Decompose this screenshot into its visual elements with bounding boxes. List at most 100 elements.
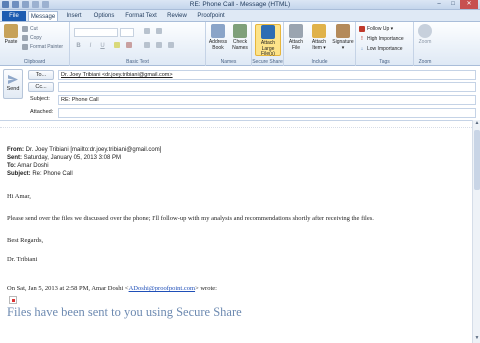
send-button[interactable]: Send <box>3 69 23 99</box>
vertical-scrollbar[interactable]: ▲ ▼ <box>472 120 480 343</box>
tab-format-text[interactable]: Format Text <box>122 11 160 21</box>
signature: Dr. Tribiani <box>7 256 38 263</box>
group-label: Names <box>220 59 237 65</box>
to-field[interactable]: Dr. Joey Tribiani <dr.joey.tribiani@gmai… <box>58 70 476 80</box>
scroll-down-icon[interactable]: ▼ <box>473 335 480 343</box>
zoom-button[interactable]: Zoom <box>414 24 436 56</box>
to-line: To: Amar Doshi <box>7 163 49 169</box>
address-book-icon <box>211 24 225 38</box>
quoted-heading: Files have been sent to you using Secure… <box>7 305 242 319</box>
subject-line: Subject: Re: Phone Call <box>7 171 73 177</box>
bullets-button[interactable] <box>142 28 151 37</box>
bold-button[interactable]: B <box>74 42 83 51</box>
ribbon: Paste Cut Copy Format Painter Clipboard … <box>0 21 480 66</box>
paperclip-icon <box>289 24 303 38</box>
font-color-button[interactable] <box>124 42 133 51</box>
font-family-select[interactable] <box>74 28 118 37</box>
up-arrow-icon[interactable] <box>32 1 39 8</box>
attach-item-button[interactable]: Attach Item ▾ <box>308 24 330 56</box>
secure-share-icon <box>261 25 275 39</box>
underline-button[interactable]: U <box>98 42 107 51</box>
maximize-button[interactable]: □ <box>446 0 460 9</box>
format-painter-button[interactable]: Format Painter <box>22 44 63 50</box>
quote-header: On Sat, Jan 5, 2013 at 2:58 PM, Amar Dos… <box>7 285 217 292</box>
tags-group: Follow Up ▾ ! High Importance ↓ Low Impo… <box>356 22 414 66</box>
highlight-button[interactable] <box>112 42 121 51</box>
message-body[interactable]: From: Dr. Joey Tribiani [mailto:dr.joey.… <box>0 120 472 343</box>
magnifier-icon <box>418 24 432 38</box>
attached-label: Attached: <box>30 109 54 115</box>
closing: Best Regards, <box>7 237 44 244</box>
compose-header: Send To... Dr. Joey Tribiani <dr.joey.tr… <box>0 66 480 120</box>
align-left-icon <box>143 42 150 48</box>
italic-button[interactable]: I <box>86 42 95 51</box>
subject-field[interactable]: RE: Phone Call <box>58 95 476 105</box>
tab-proofpoint[interactable]: Proofpoint <box>194 11 228 21</box>
tab-review[interactable]: Review <box>164 11 190 21</box>
brush-icon <box>22 44 28 50</box>
group-label: Clipboard <box>23 59 46 65</box>
font-size-select[interactable] <box>120 28 134 37</box>
include-group: Attach File Attach Item ▾ Signature ▾ In… <box>284 22 356 66</box>
scroll-thumb[interactable] <box>474 130 480 190</box>
align-right-button[interactable] <box>166 42 175 51</box>
window-title: RE: Phone Call - Message (HTML) <box>189 1 291 8</box>
align-right-icon <box>167 42 174 48</box>
save-icon[interactable] <box>2 1 9 8</box>
tab-file[interactable]: File <box>2 11 26 21</box>
broken-image-icon <box>9 296 17 304</box>
basic-text-group: B I U Basic Text <box>70 22 206 66</box>
check-names-button[interactable]: Check Names <box>229 24 251 56</box>
signature-button[interactable]: Signature ▾ <box>331 24 355 56</box>
greeting: Hi Amar, <box>7 193 31 200</box>
low-importance-button[interactable]: ↓ Low Importance <box>359 46 403 52</box>
down-arrow-icon[interactable] <box>42 1 49 8</box>
ribbon-tabs: File Message Insert Options Format Text … <box>0 10 480 21</box>
cc-button[interactable]: Cc... <box>28 82 54 92</box>
attach-file-button[interactable]: Attach File <box>285 24 307 56</box>
secure-share-group: Attach Large File(s) Secure Share <box>252 22 284 66</box>
signature-icon <box>336 24 350 38</box>
zoom-group: Zoom Zoom <box>414 22 436 66</box>
redo-icon[interactable] <box>22 1 29 8</box>
group-label: Basic Text <box>126 59 149 65</box>
scissors-icon <box>22 26 28 32</box>
copy-button[interactable]: Copy <box>22 35 42 41</box>
attach-large-files-button[interactable]: Attach Large File(s) <box>255 24 281 57</box>
tab-message[interactable]: Message <box>28 11 58 21</box>
envelope-icon <box>312 24 326 38</box>
group-label: Tags <box>379 59 390 65</box>
to-button[interactable]: To... <box>28 70 54 80</box>
tab-insert[interactable]: Insert <box>62 11 86 21</box>
close-button[interactable]: ✕ <box>460 0 478 9</box>
address-book-button[interactable]: Address Book <box>207 24 229 56</box>
clipboard-group: Paste Cut Copy Format Painter Clipboard <box>0 22 70 66</box>
numbering-icon <box>155 28 162 34</box>
font-color-icon <box>125 42 132 48</box>
numbering-button[interactable] <box>154 28 163 37</box>
body-paragraph: Please send over the files we discussed … <box>7 215 374 222</box>
minimize-button[interactable]: – <box>432 0 446 9</box>
tab-options[interactable]: Options <box>90 11 118 21</box>
paste-button[interactable]: Paste <box>2 24 20 56</box>
group-label: Zoom <box>418 59 432 65</box>
highlighter-icon <box>113 42 120 48</box>
high-importance-button[interactable]: ! High Importance <box>359 36 404 42</box>
cc-field[interactable] <box>58 82 476 92</box>
paste-icon <box>4 24 18 38</box>
ruler <box>0 122 472 128</box>
cut-button[interactable]: Cut <box>22 26 38 32</box>
align-center-button[interactable] <box>154 42 163 51</box>
down-arrow-icon: ↓ <box>360 46 364 52</box>
names-group: Address Book Check Names Names <box>206 22 252 66</box>
group-label: Include <box>311 59 328 65</box>
follow-up-button[interactable]: Follow Up ▾ <box>359 26 393 32</box>
align-left-button[interactable] <box>142 42 151 51</box>
scroll-up-icon[interactable]: ▲ <box>473 120 480 128</box>
quote-email-link[interactable]: ADoshi@proofpoint.com <box>129 285 195 292</box>
attached-field[interactable] <box>58 108 476 118</box>
exclamation-icon: ! <box>361 36 363 42</box>
quick-access-toolbar <box>2 1 49 8</box>
sent-line: Sent: Saturday, January 05, 2013 3:08 PM <box>7 155 121 161</box>
undo-icon[interactable] <box>12 1 19 8</box>
